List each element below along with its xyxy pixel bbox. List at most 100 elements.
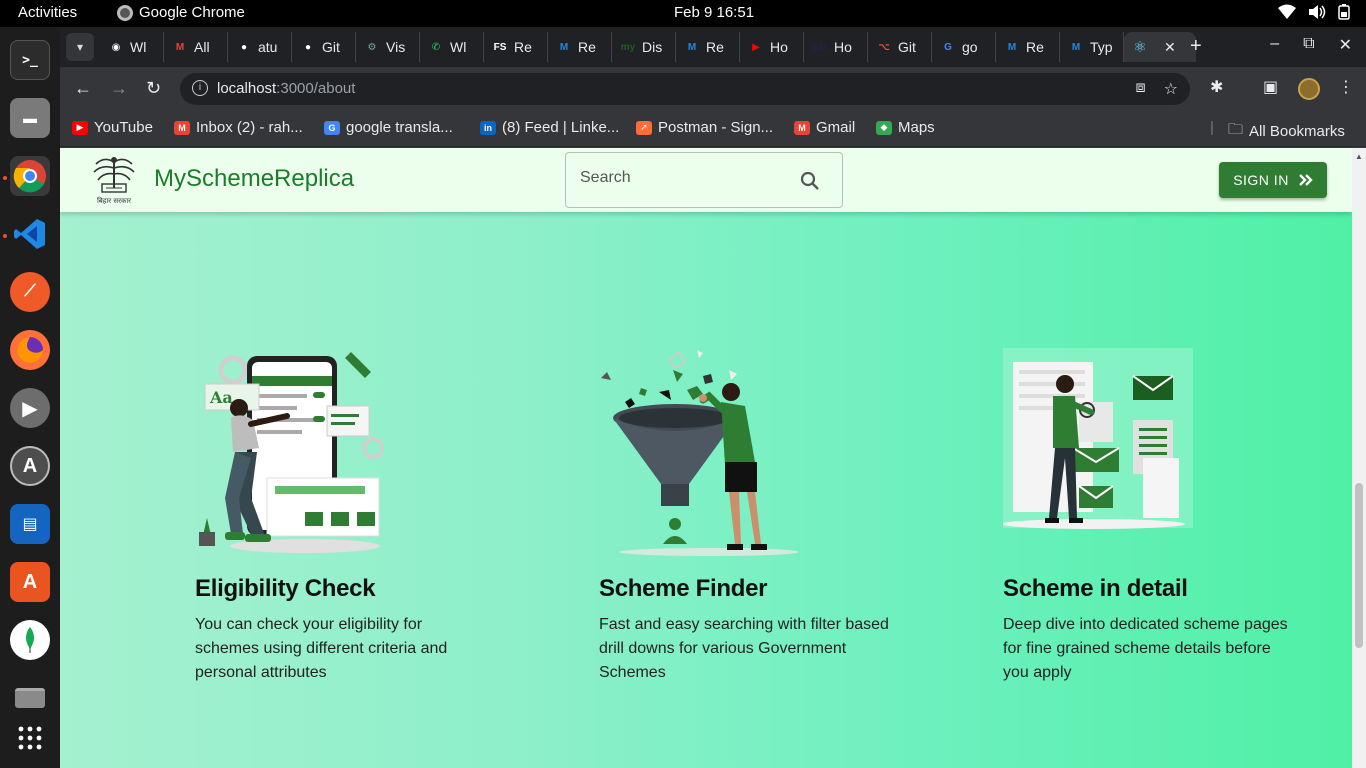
tab-title: Git xyxy=(898,39,916,55)
tab-title: go xyxy=(962,39,978,55)
bookmark-item[interactable]: M Gmail xyxy=(794,119,855,136)
brand-title[interactable]: MySchemeReplica xyxy=(154,165,354,193)
tab-title: Dis xyxy=(642,39,663,55)
running-indicator xyxy=(3,234,7,238)
bookmark-item[interactable]: ▶ YouTube xyxy=(72,119,153,136)
finder-illustration xyxy=(601,350,799,556)
browser-tab[interactable]: ▶ Ho xyxy=(740,32,804,62)
close-window-icon[interactable]: ✕ xyxy=(1339,35,1352,55)
close-tab-icon[interactable]: ✕ xyxy=(1164,39,1176,56)
forward-icon[interactable]: → xyxy=(110,78,128,99)
url-path: :3000/about xyxy=(276,80,356,97)
youtube-icon: ▶ xyxy=(72,120,88,135)
search-icon[interactable] xyxy=(800,171,820,191)
browser-tab-active[interactable]: ⚛ ✕ xyxy=(1124,32,1196,62)
browser-tab[interactable]: ● atu xyxy=(228,32,292,62)
writer-icon[interactable]: ▤ xyxy=(10,504,50,544)
bookmarks-bar: ▶ YouTube M Inbox (2) - rah... Ggoogle trans… xyxy=(60,111,1366,147)
em-icon: EM xyxy=(812,41,828,53)
vscode-icon[interactable] xyxy=(10,214,50,254)
emblem-caption: बिहार सरकार xyxy=(97,196,131,205)
clock[interactable]: Feb 9 16:51 xyxy=(0,4,1366,21)
sign-in-button[interactable]: SIGN IN xyxy=(1219,162,1327,198)
mui-icon: M xyxy=(559,41,569,53)
site-header: बिहार सरकार MySchemeReplica SIGN IN xyxy=(60,148,1352,212)
bookmark-star-icon[interactable]: ☆ xyxy=(1164,79,1178,99)
feature-card-finder: Scheme Finder Fast and easy searching wi… xyxy=(599,348,889,685)
side-panel-icon[interactable]: ▣ xyxy=(1263,77,1278,97)
postman-icon: ➚ xyxy=(636,120,652,135)
openai-icon: ⚙ xyxy=(367,41,377,53)
browser-tab[interactable]: my Dis xyxy=(612,32,676,62)
address-bar[interactable]: i localhost:3000/about ⧈ ☆ xyxy=(180,73,1190,105)
browser-tab[interactable]: FS Re xyxy=(484,32,548,62)
browser-tab[interactable]: ● Git xyxy=(292,32,356,62)
back-icon[interactable]: ← xyxy=(74,78,92,99)
browser-tab[interactable]: ◉ Wl xyxy=(100,32,164,62)
tab-title: Typ xyxy=(1090,39,1113,55)
bookmark-item[interactable]: ◆ Maps xyxy=(876,119,935,136)
double-chevron-right-icon xyxy=(1298,174,1313,186)
bookmark-item[interactable]: Ggoogle transla... xyxy=(324,119,453,136)
browser-tab[interactable]: Ggo xyxy=(932,32,996,62)
search-box[interactable] xyxy=(565,152,843,208)
chrome-menu-icon[interactable]: ⋮ xyxy=(1338,77,1354,97)
page-scrollbar[interactable]: ▲ xyxy=(1352,148,1366,768)
my-icon: my xyxy=(620,41,636,53)
maximize-icon[interactable]: ⧉ xyxy=(1303,35,1314,55)
browser-tab[interactable]: M Typ xyxy=(1060,32,1124,62)
bookmark-label: (8) Feed | Linke... xyxy=(502,119,620,136)
firefox-icon[interactable] xyxy=(10,330,50,370)
browser-tab[interactable]: ⚙ Vis xyxy=(356,32,420,62)
tab-title: Re xyxy=(1026,39,1044,55)
bookmark-item[interactable]: in (8) Feed | Linke... xyxy=(480,119,619,136)
tab-search-button[interactable]: ▾ xyxy=(66,33,94,61)
search-input[interactable] xyxy=(580,169,790,187)
browser-tab[interactable]: M Re xyxy=(996,32,1060,62)
minimize-icon[interactable]: – xyxy=(1270,35,1279,55)
system-tray[interactable] xyxy=(1278,4,1350,20)
bihar-emblem-icon[interactable]: बिहार सरकार xyxy=(86,154,142,206)
reload-icon[interactable]: ↻ xyxy=(146,78,161,99)
browser-tab[interactable]: M All xyxy=(164,32,228,62)
drive-icon[interactable] xyxy=(10,678,50,718)
postman-icon[interactable]: ⟋ xyxy=(10,272,50,312)
software-updater-icon[interactable]: A xyxy=(10,446,50,486)
chrome-icon[interactable] xyxy=(10,156,50,196)
url-text[interactable]: localhost:3000/about xyxy=(217,80,355,97)
browser-tab[interactable]: M Re xyxy=(676,32,740,62)
gmail-icon: M xyxy=(175,41,185,53)
app-grid-icon[interactable] xyxy=(10,718,50,758)
browser-tab[interactable]: ⌥ Git xyxy=(868,32,932,62)
scrollbar-thumb[interactable] xyxy=(1355,483,1363,648)
bookmark-item[interactable]: M Inbox (2) - rah... xyxy=(174,119,303,136)
files-icon[interactable]: ▬ xyxy=(10,98,50,138)
app-center-icon[interactable]: A xyxy=(10,562,50,602)
site-info-icon[interactable]: i xyxy=(192,80,208,96)
tab-list: ◉ Wl M All ● atu ● Git ⚙ Vis ✆ Wl FS Re M Re my Dis M Re ▶ Ho… xyxy=(100,32,1196,64)
mui-icon: M xyxy=(1071,41,1081,53)
tab-title: All xyxy=(194,39,210,55)
linkedin-icon: in xyxy=(480,120,496,135)
browser-tab[interactable]: EM Ho xyxy=(804,32,868,62)
tab-title: Re xyxy=(578,39,596,55)
maps-icon: ◆ xyxy=(876,120,892,135)
tab-title: Wl xyxy=(130,39,147,55)
extensions-icon[interactable]: ✱ xyxy=(1210,77,1223,97)
profile-avatar[interactable] xyxy=(1298,78,1320,100)
mongodb-compass-icon[interactable] xyxy=(10,620,50,660)
browser-tab[interactable]: M Re xyxy=(548,32,612,62)
new-tab-button[interactable]: + xyxy=(1190,35,1202,58)
all-bookmarks-button[interactable]: 🗀 All Bookmarks xyxy=(1228,119,1345,144)
feature-card-detail: Scheme in detail Deep dive into dedicate… xyxy=(993,348,1293,685)
browser-tab[interactable]: ✆ Wl xyxy=(420,32,484,62)
git-icon: ⌥ xyxy=(878,41,890,53)
bookmark-label: Inbox (2) - rah... xyxy=(196,119,303,136)
scroll-up-icon[interactable]: ▲ xyxy=(1355,152,1363,161)
detail-illustration xyxy=(993,348,1193,529)
video-player-icon[interactable]: ▶ xyxy=(10,388,50,428)
install-app-icon[interactable]: ⧈ xyxy=(1135,79,1145,99)
bookmark-item[interactable]: ➚ Postman - Sign... xyxy=(636,119,773,136)
feature-description: Deep dive into dedicated scheme pages fo… xyxy=(1003,616,1288,681)
terminal-icon[interactable]: >_ xyxy=(10,40,50,80)
